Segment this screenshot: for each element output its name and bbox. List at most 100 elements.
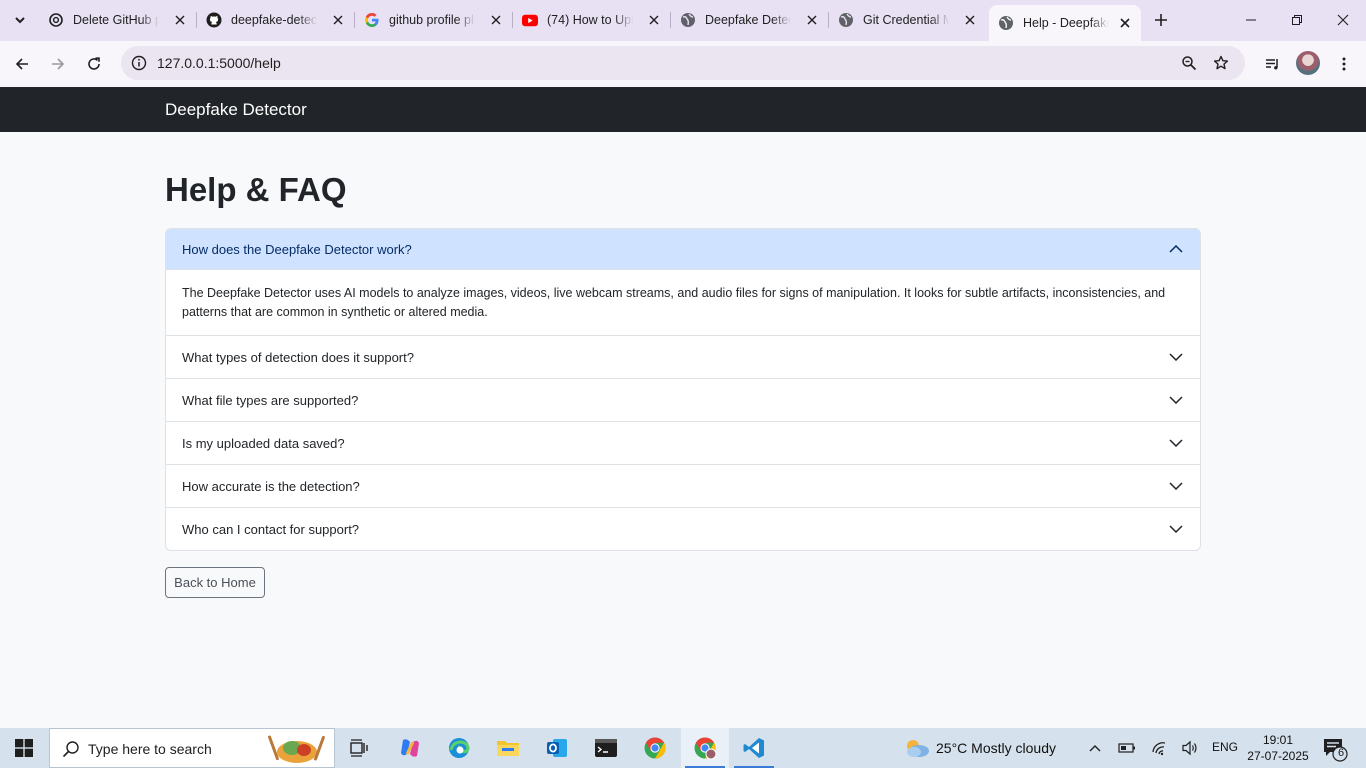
url-text[interactable]: 127.0.0.1:5000/help — [157, 55, 281, 71]
windows-logo-icon — [15, 739, 33, 757]
search-highlight-illustration — [268, 735, 325, 763]
profile-avatar[interactable] — [1296, 51, 1320, 75]
more-vert-icon — [1342, 57, 1346, 71]
new-tab-button[interactable] — [1149, 8, 1173, 32]
restore-button[interactable] — [1274, 0, 1320, 40]
volume-button[interactable] — [1178, 736, 1202, 760]
taskbar-terminal[interactable] — [582, 728, 630, 768]
task-view-button[interactable] — [336, 728, 384, 768]
faq-item: Who can I contact for support? — [166, 508, 1200, 550]
navbar-brand[interactable]: Deepfake Detector — [165, 100, 307, 120]
faq-item: How does the Deepfake Detector work? The… — [166, 229, 1200, 336]
tab-git-credential-manager[interactable]: Git Credential Manager — [829, 4, 986, 36]
faq-question-button[interactable]: How does the Deepfake Detector work? — [166, 229, 1200, 270]
faq-question: How accurate is the detection? — [182, 478, 360, 494]
close-icon[interactable] — [646, 12, 662, 28]
arrow-left-icon — [15, 58, 28, 70]
address-bar[interactable]: 127.0.0.1:5000/help — [121, 46, 1245, 80]
terminal-icon — [595, 739, 617, 757]
faq-question: Is my uploaded data saved? — [182, 435, 345, 451]
notification-count: 6 — [1337, 747, 1345, 759]
chevron-down-icon — [1168, 478, 1184, 494]
tab-label: Help - Deepfake Detector — [1023, 16, 1109, 30]
faq-question-button[interactable]: What types of detection does it support? — [166, 336, 1200, 378]
start-button[interactable] — [0, 728, 48, 768]
queue-music-icon — [1266, 59, 1278, 70]
faq-question: Who can I contact for support? — [182, 521, 360, 537]
tab-label: Delete GitHub profile — [73, 13, 159, 27]
battery-button[interactable] — [1115, 736, 1139, 760]
faq-accordion: How does the Deepfake Detector work? The… — [165, 228, 1201, 551]
back-to-home-button[interactable]: Back to Home — [165, 567, 265, 598]
folder-icon — [497, 741, 519, 756]
browser-menu-button[interactable] — [1328, 48, 1360, 80]
windows-taskbar: Type here to search 25°C Mostly cloudy E… — [0, 728, 1366, 768]
site-info-icon[interactable] — [127, 51, 151, 75]
chevron-down-icon — [1168, 349, 1184, 365]
close-icon[interactable] — [488, 12, 504, 28]
tab-deepfake-detector[interactable]: Deepfake Detector — [671, 4, 829, 36]
reload-button[interactable] — [78, 48, 110, 80]
language-indicator[interactable]: ENG — [1212, 740, 1238, 754]
browser-toolbar: 127.0.0.1:5000/help — [0, 41, 1366, 87]
minimize-icon — [1246, 19, 1256, 21]
arrow-right-icon — [52, 58, 65, 70]
copilot-icon — [401, 739, 419, 757]
tab-label: deepfake-detector — [231, 13, 317, 27]
chevron-up-icon — [1168, 241, 1184, 257]
taskbar-clock[interactable]: 19:01 27-07-2025 — [1246, 732, 1310, 764]
faq-item: How accurate is the detection? — [166, 465, 1200, 508]
tab-google-search[interactable]: github profile photo — [355, 4, 513, 36]
taskbar-copilot[interactable] — [386, 728, 434, 768]
openai-icon — [48, 12, 64, 28]
forward-nav-button[interactable] — [42, 48, 74, 80]
reload-icon — [88, 57, 100, 70]
wifi-icon — [1152, 742, 1166, 756]
taskbar-vscode[interactable] — [730, 728, 778, 768]
taskbar-chrome-profile[interactable] — [681, 728, 729, 768]
faq-question-button[interactable]: Is my uploaded data saved? — [166, 422, 1200, 464]
show-hidden-icons-button[interactable] — [1083, 736, 1107, 760]
tab-label: github profile photo — [389, 13, 475, 27]
faq-question-button[interactable]: Who can I contact for support? — [166, 508, 1200, 550]
battery-icon — [1118, 743, 1135, 753]
taskbar-edge[interactable] — [435, 728, 483, 768]
taskbar-chrome[interactable] — [631, 728, 679, 768]
cloudy-weather-icon[interactable] — [903, 737, 931, 759]
close-window-button[interactable] — [1320, 0, 1366, 40]
taskbar-search-box[interactable]: Type here to search — [49, 728, 335, 768]
close-icon[interactable] — [330, 12, 346, 28]
weather-text[interactable]: 25°C Mostly cloudy — [936, 740, 1056, 756]
search-placeholder: Type here to search — [88, 741, 212, 757]
site-navbar: Deepfake Detector — [0, 87, 1366, 132]
globe-icon — [680, 12, 696, 28]
zoom-icon[interactable] — [1177, 51, 1201, 75]
tab-search-button[interactable] — [6, 6, 34, 34]
faq-question-button[interactable]: What file types are supported? — [166, 379, 1200, 421]
tab-help-deepfake-detector[interactable]: Help - Deepfake Detector — [989, 5, 1141, 41]
close-icon[interactable] — [1117, 15, 1133, 31]
faq-question-button[interactable]: How accurate is the detection? — [166, 465, 1200, 507]
outlook-icon — [547, 739, 567, 757]
taskbar-outlook[interactable] — [533, 728, 581, 768]
tab-delete-github[interactable]: Delete GitHub profile — [39, 4, 197, 36]
plus-icon — [1155, 14, 1167, 26]
close-icon[interactable] — [962, 12, 978, 28]
youtube-icon — [522, 12, 538, 28]
tab-youtube[interactable]: (74) How to Upload — [513, 4, 671, 36]
faq-question: What types of detection does it support? — [182, 349, 414, 365]
close-icon[interactable] — [172, 12, 188, 28]
chevron-down-icon — [1168, 521, 1184, 537]
wifi-button[interactable] — [1148, 736, 1172, 760]
media-controls-button[interactable] — [1256, 48, 1288, 80]
notification-center-button[interactable]: 6 — [1322, 736, 1348, 762]
bookmark-star-icon[interactable] — [1209, 51, 1233, 75]
tab-label: Deepfake Detector — [705, 13, 791, 27]
taskbar-file-explorer[interactable] — [484, 728, 532, 768]
tab-deepfake-detector-github[interactable]: deepfake-detector — [197, 4, 355, 36]
minimize-button[interactable] — [1228, 0, 1274, 40]
faq-question: What file types are supported? — [182, 392, 359, 408]
globe-icon — [998, 15, 1014, 31]
close-icon[interactable] — [804, 12, 820, 28]
back-nav-button[interactable] — [6, 48, 38, 80]
